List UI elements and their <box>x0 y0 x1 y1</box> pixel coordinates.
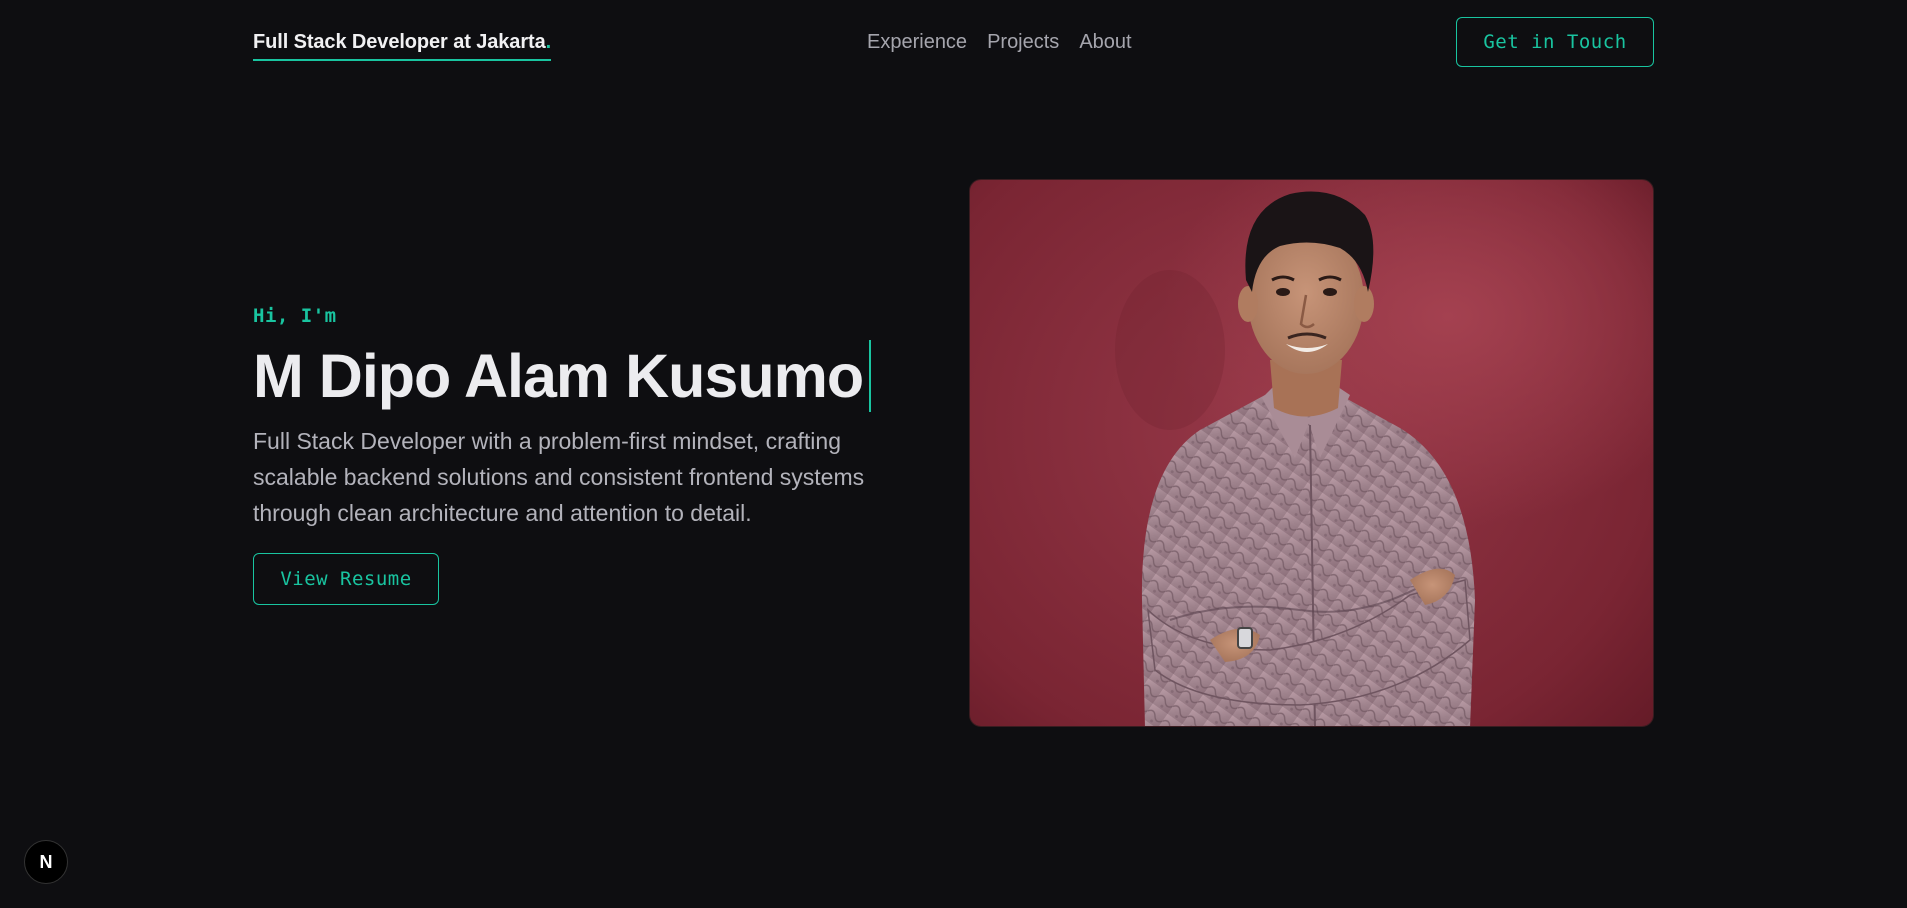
hero-description: Full Stack Developer with a problem-firs… <box>253 428 865 526</box>
greeting-text: Hi, I'm <box>253 305 337 327</box>
hero-name: M Dipo Alam Kusumo <box>253 341 864 410</box>
brand-text: Full Stack Developer at Jakarta <box>253 31 546 53</box>
portrait-illustration <box>1115 191 1475 726</box>
hero-intro: Hi, I'm M Dipo Alam Kusumo Full Stack De… <box>253 305 933 605</box>
nav-link-projects[interactable]: Projects <box>987 31 1059 54</box>
brand-dot: . <box>545 31 552 53</box>
nextjs-n-icon: N <box>39 851 53 872</box>
brand-link[interactable]: Full Stack Developer at Jakarta. <box>253 31 551 61</box>
profile-photo <box>969 179 1654 727</box>
nextjs-dev-badge[interactable]: N <box>24 840 68 884</box>
top-navigation: Full Stack Developer at Jakarta. Experie… <box>253 17 1654 69</box>
nav-link-about[interactable]: About <box>1079 31 1131 54</box>
view-resume-button[interactable]: View Resume <box>253 553 439 605</box>
name-row: M Dipo Alam Kusumo <box>253 340 933 412</box>
typing-caret <box>869 340 872 412</box>
get-in-touch-button[interactable]: Get in Touch <box>1456 17 1654 67</box>
nav-link-experience[interactable]: Experience <box>867 31 967 54</box>
nav-links: Experience Projects About <box>867 31 1132 54</box>
